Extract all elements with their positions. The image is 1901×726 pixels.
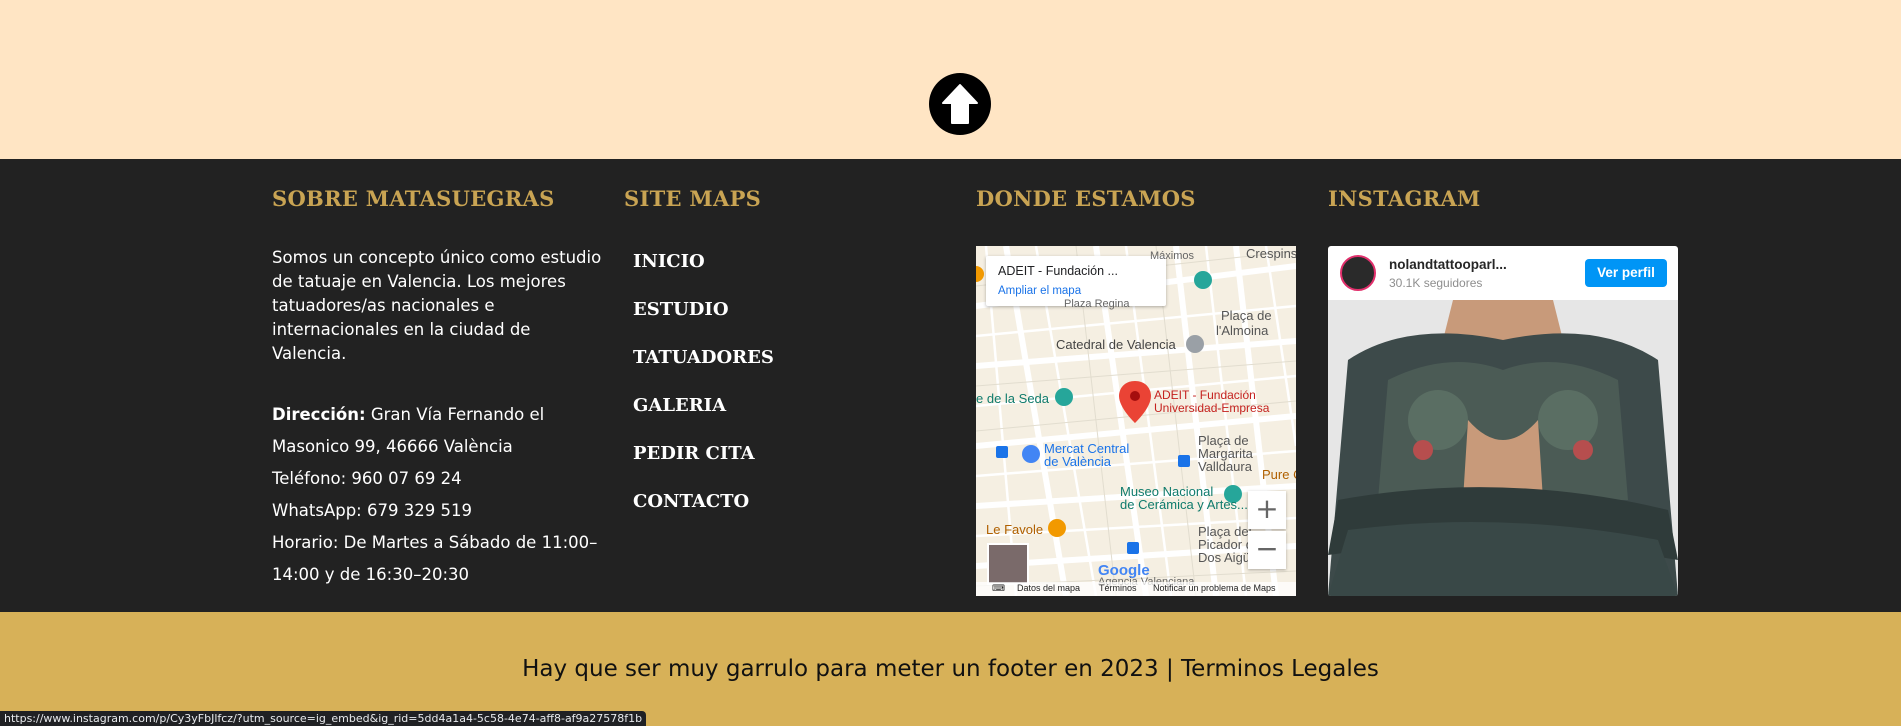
legal-statement: Hay que ser muy garrulo para meter un fo… <box>522 656 1182 682</box>
map-label-seda: e de la Seda <box>976 391 1050 406</box>
avatar[interactable] <box>1340 255 1376 291</box>
location-heading: DONDE ESTAMOS <box>976 186 1196 211</box>
map-label-placa-de: Plaça de <box>1221 308 1272 323</box>
map-label-almoina: l'Almoina <box>1216 323 1269 338</box>
nav-link-pedir-cita[interactable]: PEDIR CITA <box>633 436 774 484</box>
map-label-museo-line2: de Cerámica y Artes... <box>1120 497 1248 512</box>
legal-text: Hay que ser muy garrulo para meter un fo… <box>0 656 1901 682</box>
instagram-followers: 30.1K seguidores <box>1389 276 1483 290</box>
map-zoom-in-button[interactable]: + <box>1248 491 1286 529</box>
map-label-margarita: Plaça de Margarita Valldaura <box>1198 434 1253 473</box>
instagram-username[interactable]: nolandtattooparl... <box>1389 257 1507 272</box>
footer: SOBRE MATASUEGRAS Somos un concepto únic… <box>0 159 1901 612</box>
nav-link-tatuadores[interactable]: TATUADORES <box>633 340 774 388</box>
map-label-crespins: Crespins <box>1246 246 1296 261</box>
map-place-title: ADEIT - Fundación ... <box>998 264 1118 278</box>
map-pin-label: ADEIT - Fundación Universidad-Empresa <box>1154 389 1269 415</box>
map-label-mercat: Mercat Central de València <box>1044 442 1129 468</box>
map-label-catedral: Catedral de Valencia <box>1056 337 1176 352</box>
instagram-header: nolandtattooparl... 30.1K seguidores Ver… <box>1328 246 1678 300</box>
contact-info: Dirección: Gran Vía Fernando el Masonico… <box>272 399 604 591</box>
map-label-maximos: Máximos <box>1150 250 1195 262</box>
map-data-link[interactable]: Datos del mapa <box>1017 583 1080 593</box>
map-label-regina: Plaza Regina <box>1064 298 1130 310</box>
map-label-favole: Le Favole <box>986 522 1044 537</box>
opening-hours: Horario: De Martes a Sábado de 11:00–14:… <box>272 533 598 584</box>
view-profile-button[interactable]: Ver perfil <box>1585 259 1667 287</box>
map-label-mercat-line2: de València <box>1044 454 1111 469</box>
nav-link-estudio[interactable]: ESTUDIO <box>633 292 774 340</box>
about-heading: SOBRE MATASUEGRAS <box>272 186 555 211</box>
map-pin-label-line2: Universidad-Empresa <box>1154 401 1270 415</box>
top-band <box>0 0 1901 159</box>
keyboard-icon[interactable]: ⌨ <box>992 583 1005 594</box>
scroll-to-top-button[interactable] <box>929 73 991 135</box>
whatsapp: WhatsApp: 679 329 519 <box>272 501 472 520</box>
instagram-embed[interactable]: nolandtattooparl... 30.1K seguidores Ver… <box>1328 246 1678 596</box>
map-enlarge-link[interactable]: Ampliar el mapa <box>998 285 1081 297</box>
status-bar-url: https://www.instagram.com/p/Cy3yFbJlfcz/… <box>0 711 647 726</box>
sitemap-nav: INICIO ESTUDIO TATUADORES GALERIA PEDIR … <box>633 244 774 532</box>
legal-terms-link[interactable]: Terminos Legales <box>1181 656 1379 682</box>
instagram-heading: INSTAGRAM <box>1328 186 1481 211</box>
nav-link-inicio[interactable]: INICIO <box>633 244 774 292</box>
map-report-link[interactable]: Notificar un problema de Maps <box>1153 583 1276 593</box>
phone: Teléfono: 960 07 69 24 <box>272 469 462 488</box>
arrow-up-icon <box>942 84 978 124</box>
map-terms-link[interactable]: Términos <box>1099 583 1137 593</box>
nav-link-galeria[interactable]: GALERIA <box>633 388 774 436</box>
legal-bar: Hay que ser muy garrulo para meter un fo… <box>0 612 1901 726</box>
map-footer: ⌨ Datos del mapa Términos Notificar un p… <box>976 582 1296 596</box>
map-label-museo: Museo Nacional de Cerámica y Artes... <box>1120 485 1248 511</box>
about-text: Somos un concepto único como estudio de … <box>272 248 602 363</box>
map-zoom-out-button[interactable]: − <box>1248 531 1286 569</box>
sitemap-heading: SITE MAPS <box>624 186 762 211</box>
tattoo-photo <box>1328 300 1678 596</box>
address: Dirección: Gran Vía Fernando el Masonico… <box>272 399 604 463</box>
map-embed[interactable]: ADEIT - Fundación ... Ampliar el mapa Má… <box>976 246 1296 596</box>
map-label-pure: Pure C <box>1262 467 1296 482</box>
instagram-post-image[interactable] <box>1328 300 1678 596</box>
map-label-margarita-line3: Valldaura <box>1198 459 1252 474</box>
address-label: Dirección: <box>272 405 366 424</box>
nav-link-contacto[interactable]: CONTACTO <box>633 484 774 532</box>
